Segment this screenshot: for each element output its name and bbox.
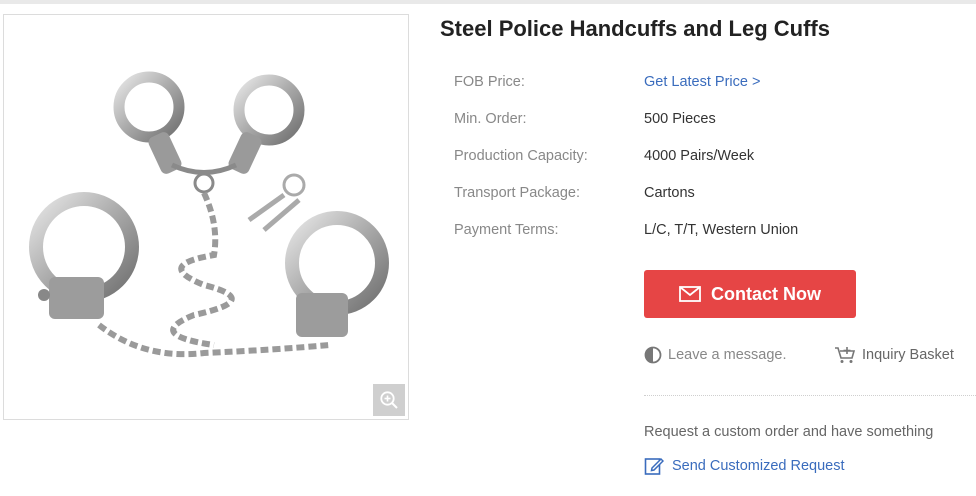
handcuffs-illustration (29, 71, 389, 358)
inquiry-basket-label: Inquiry Basket (862, 347, 954, 363)
leave-message-link[interactable]: Leave a message. (644, 346, 787, 364)
product-image[interactable] (3, 14, 409, 420)
leave-message-label: Leave a message. (668, 347, 787, 363)
spec-label: Min. Order: (454, 111, 527, 127)
cart-plus-icon (835, 347, 856, 363)
spec-value: 4000 Pairs/Week (644, 148, 755, 164)
envelope-icon (679, 286, 701, 302)
get-latest-price-link[interactable]: Get Latest Price > (644, 74, 760, 90)
contact-now-button[interactable]: Contact Now (644, 270, 856, 318)
top-strip (0, 0, 976, 4)
spec-value: L/C, T/T, Western Union (644, 222, 799, 238)
zoom-in-icon (380, 391, 398, 409)
divider (644, 395, 976, 396)
spec-label: Production Capacity: (454, 148, 588, 164)
spec-label: FOB Price: (454, 74, 525, 90)
contact-now-label: Contact Now (711, 283, 821, 304)
custom-order-text: Request a custom order and have somethin… (644, 424, 934, 440)
inquiry-basket-link[interactable]: Inquiry Basket (834, 346, 954, 364)
zoom-button[interactable] (373, 384, 405, 416)
edit-icon (644, 457, 664, 475)
secondary-actions: Leave a message. Inquiry Basket (644, 346, 976, 368)
spec-label: Payment Terms: (454, 222, 559, 238)
spec-label: Transport Package: (454, 185, 580, 201)
product-title: Steel Police Handcuffs and Leg Cuffs (440, 16, 830, 41)
send-request-label: Send Customized Request (672, 458, 845, 474)
half-circle-icon (644, 346, 662, 364)
send-customized-request-link[interactable]: Send Customized Request (644, 456, 845, 476)
spec-value: Cartons (644, 185, 695, 201)
spec-value: 500 Pieces (644, 111, 716, 127)
